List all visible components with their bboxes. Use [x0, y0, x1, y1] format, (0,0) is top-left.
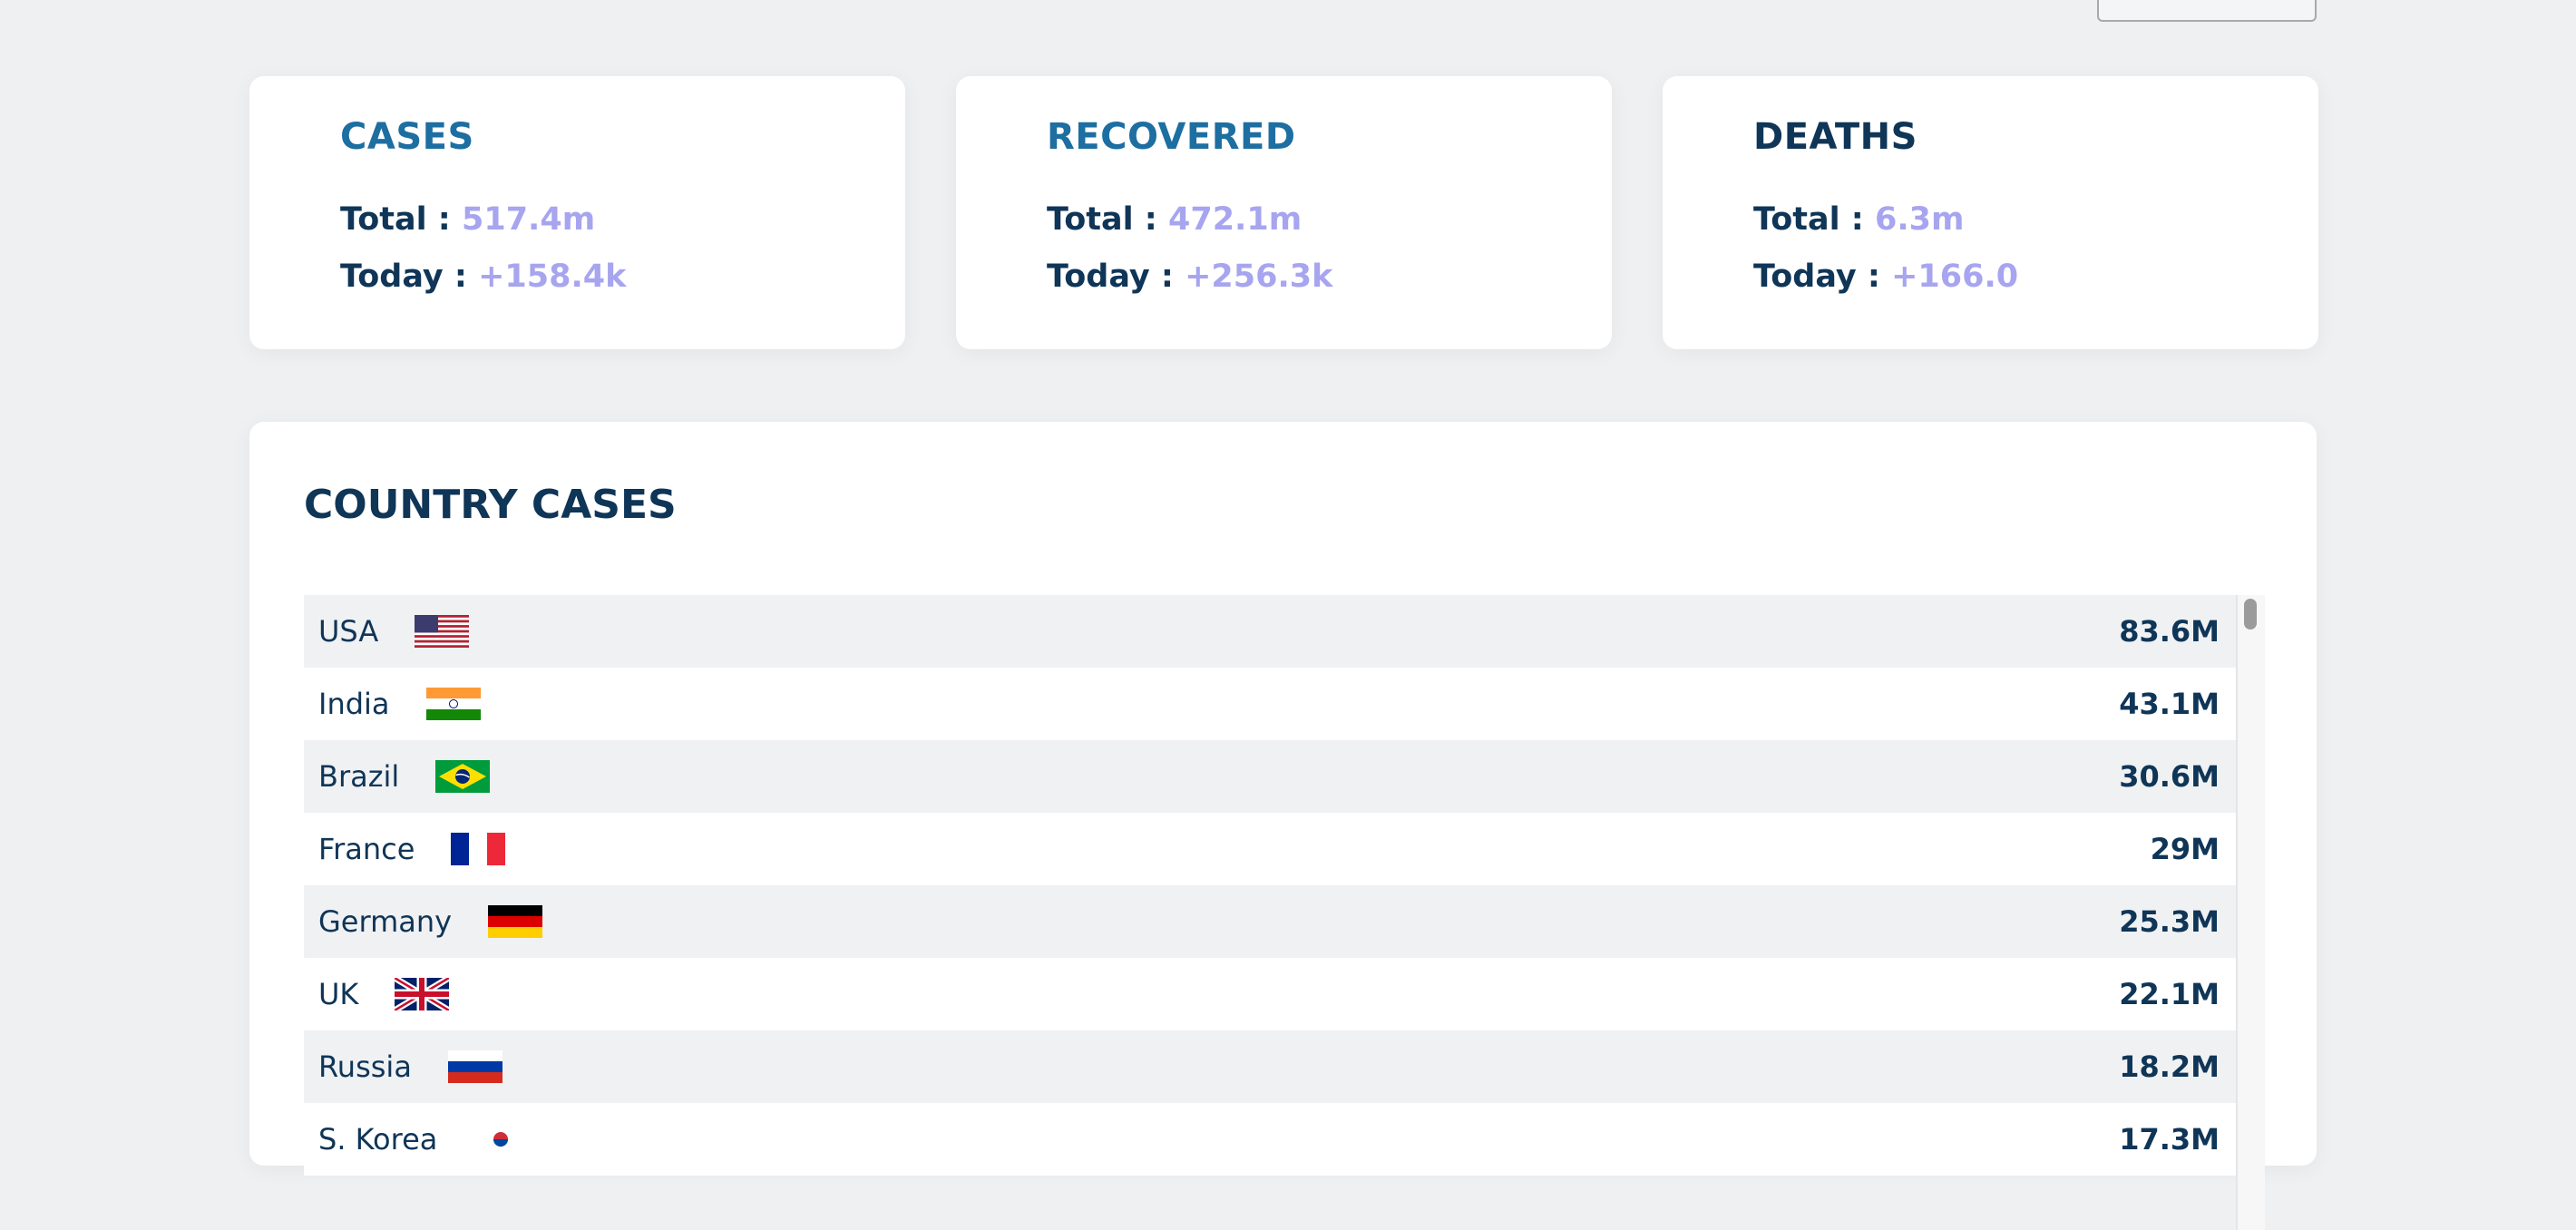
cases-today: Today : +158.4k — [340, 259, 626, 295]
south-korea-flag-icon — [473, 1123, 529, 1156]
cases-total: Total : 517.4m — [340, 201, 595, 238]
country-name: Germany — [318, 904, 453, 939]
deaths-today-value: +166.0 — [1891, 259, 2019, 295]
recovered-total-value: 472.1m — [1168, 201, 1303, 238]
recovered-title: RECOVERED — [1047, 116, 1296, 158]
table-row[interactable]: France 29M — [304, 813, 2236, 885]
deaths-total-value: 6.3m — [1875, 201, 1965, 238]
uk-flag-icon — [395, 978, 450, 1010]
country-count: 22.1M — [2119, 977, 2220, 1011]
recovered-today: Today : +256.3k — [1047, 259, 1332, 295]
country-name: Russia — [318, 1049, 412, 1084]
country-count: 83.6M — [2119, 614, 2220, 649]
deaths-today: Today : +166.0 — [1753, 259, 2018, 295]
cases-title: CASES — [340, 116, 474, 158]
table-row[interactable]: India 43.1M — [304, 668, 2236, 740]
country-name: UK — [318, 977, 359, 1011]
total-label: Total : — [1753, 201, 1864, 238]
country-name: India — [318, 687, 390, 721]
russia-flag-icon — [447, 1050, 503, 1083]
country-cases-card: COUNTRY CASES USA 83.6M India 43.1M Braz… — [249, 422, 2317, 1230]
recovered-card: RECOVERED Total : 472.1m Today : +256.3k — [956, 76, 1612, 349]
total-label: Total : — [1047, 201, 1157, 238]
top-select[interactable] — [2097, 0, 2317, 22]
today-label: Today : — [340, 259, 467, 295]
table-row[interactable]: UK 22.1M — [304, 958, 2236, 1030]
deaths-title: DEATHS — [1753, 116, 1917, 158]
country-name: USA — [318, 614, 379, 649]
cases-total-value: 517.4m — [462, 201, 596, 238]
country-name: S. Korea — [318, 1122, 438, 1157]
country-count: 29M — [2150, 832, 2220, 866]
today-label: Today : — [1047, 259, 1174, 295]
germany-flag-icon — [488, 905, 543, 938]
country-count: 43.1M — [2119, 687, 2220, 721]
deaths-card: DEATHS Total : 6.3m Today : +166.0 — [1663, 76, 2318, 349]
cases-today-value: +158.4k — [478, 259, 627, 295]
country-count: 17.3M — [2119, 1122, 2220, 1157]
france-flag-icon — [451, 833, 506, 865]
scrollbar-thumb[interactable] — [2244, 599, 2257, 630]
usa-flag-icon — [415, 615, 470, 648]
table-row[interactable]: Germany 25.3M — [304, 885, 2236, 958]
table-row[interactable]: Russia 18.2M — [304, 1030, 2236, 1103]
table-row[interactable]: Brazil 30.6M — [304, 740, 2236, 813]
total-label: Total : — [340, 201, 451, 238]
today-label: Today : — [1753, 259, 1880, 295]
country-cases-title: COUNTRY CASES — [304, 482, 677, 528]
recovered-total: Total : 472.1m — [1047, 201, 1302, 238]
country-name: France — [318, 832, 415, 866]
brazil-flag-icon — [435, 760, 491, 793]
recovered-today-value: +256.3k — [1185, 259, 1333, 295]
deaths-total: Total : 6.3m — [1753, 201, 1964, 238]
country-list: USA 83.6M India 43.1M Brazil 30.6M Franc… — [304, 595, 2236, 1176]
country-count: 25.3M — [2119, 904, 2220, 939]
country-list-scrollbar[interactable] — [2236, 595, 2265, 1230]
cases-card: CASES Total : 517.4m Today : +158.4k — [249, 76, 905, 349]
country-name: Brazil — [318, 759, 400, 794]
india-flag-icon — [425, 688, 481, 720]
country-count: 18.2M — [2119, 1049, 2220, 1084]
table-row[interactable]: USA 83.6M — [304, 595, 2236, 668]
country-count: 30.6M — [2119, 759, 2220, 794]
table-row[interactable]: S. Korea 17.3M — [304, 1103, 2236, 1176]
